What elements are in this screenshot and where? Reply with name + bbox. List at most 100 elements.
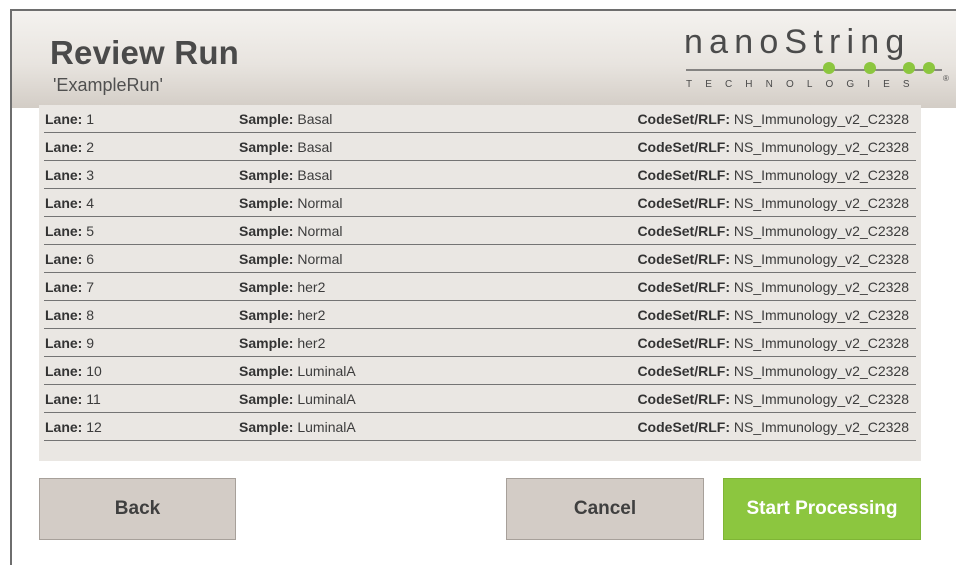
lane-value: 6: [86, 251, 95, 267]
sample-value: Basal: [297, 167, 333, 183]
sample-label: Sample:: [239, 391, 294, 407]
sample-value: Basal: [297, 139, 333, 155]
sample-value: her2: [297, 307, 326, 323]
sample-cell: Sample: LuminalA: [239, 363, 356, 379]
codeset-label: CodeSet/RLF:: [637, 363, 730, 379]
lane-label: Lane:: [45, 419, 83, 435]
logo-registered-mark: ®: [943, 74, 949, 83]
sample-label: Sample:: [239, 335, 294, 351]
sample-cell: Sample: Basal: [239, 139, 332, 155]
lane-row: Lane: 1 Sample: Basal CodeSet/RLF: NS_Immu…: [39, 105, 921, 133]
sample-value: her2: [297, 335, 326, 351]
lane-value: 3: [86, 167, 95, 183]
codeset-label: CodeSet/RLF:: [637, 139, 730, 155]
lane-value: 2: [86, 139, 95, 155]
codeset-value: NS_Immunology_v2_C2328: [733, 111, 909, 127]
lane-value: 7: [86, 279, 95, 295]
codeset-label: CodeSet/RLF:: [637, 167, 730, 183]
logo-wordmark: nanoString: [684, 23, 911, 61]
codeset-label: CodeSet/RLF:: [637, 279, 730, 295]
lane-label: Lane:: [45, 111, 83, 127]
sample-label: Sample:: [239, 363, 294, 379]
logo-dots-graphic: [686, 62, 942, 74]
lane-cell: Lane: 11: [45, 391, 101, 407]
lane-cell: Lane: 5: [45, 223, 94, 239]
lane-row: Lane: 4 Sample: Normal CodeSet/RLF: NS_Imm…: [39, 189, 921, 217]
codeset-label: CodeSet/RLF:: [637, 307, 730, 323]
lane-row: Lane: 5 Sample: Normal CodeSet/RLF: NS_Imm…: [39, 217, 921, 245]
lane-label: Lane:: [45, 167, 83, 183]
lane-value: 11: [86, 391, 101, 407]
sample-cell: Sample: LuminalA: [239, 391, 356, 407]
codeset-value: NS_Immunology_v2_C2328: [733, 223, 909, 239]
codeset-cell: CodeSet/RLF: NS_Immunology_v2_C2328: [637, 391, 909, 407]
lane-label: Lane:: [45, 251, 83, 267]
sample-label: Sample:: [239, 307, 294, 323]
codeset-cell: CodeSet/RLF: NS_Immunology_v2_C2328: [637, 335, 909, 351]
lane-label: Lane:: [45, 139, 83, 155]
lane-label: Lane:: [45, 335, 83, 351]
lane-row: Lane: 2 Sample: Basal CodeSet/RLF: NS_Immu…: [39, 133, 921, 161]
sample-value: her2: [297, 279, 326, 295]
codeset-value: NS_Immunology_v2_C2328: [733, 335, 909, 351]
sample-cell: Sample: Normal: [239, 251, 342, 267]
back-button[interactable]: Back: [39, 478, 236, 540]
lane-cell: Lane: 9: [45, 335, 94, 351]
sample-label: Sample:: [239, 139, 294, 155]
sample-cell: Sample: Normal: [239, 195, 342, 211]
codeset-value: NS_Immunology_v2_C2328: [733, 167, 909, 183]
sample-value: Normal: [297, 195, 343, 211]
codeset-value: NS_Immunology_v2_C2328: [733, 251, 909, 267]
lane-value: 8: [86, 307, 95, 323]
lane-row: Lane: 12 Sample: LuminalA CodeSet/RLF: NS_…: [39, 413, 921, 441]
codeset-cell: CodeSet/RLF: NS_Immunology_v2_C2328: [637, 251, 909, 267]
sample-value: Basal: [297, 111, 333, 127]
lane-row: Lane: 7 Sample: her2 CodeSet/RLF: NS_Immun…: [39, 273, 921, 301]
codeset-label: CodeSet/RLF:: [637, 195, 730, 211]
run-name: 'ExampleRun': [53, 75, 163, 95]
lane-cell: Lane: 10: [45, 363, 102, 379]
sample-cell: Sample: her2: [239, 335, 325, 351]
lane-cell: Lane: 12: [45, 419, 102, 435]
lane-label: Lane:: [45, 223, 83, 239]
sample-label: Sample:: [239, 111, 294, 127]
codeset-cell: CodeSet/RLF: NS_Immunology_v2_C2328: [637, 363, 909, 379]
lane-label: Lane:: [45, 307, 83, 323]
lane-value: 12: [86, 419, 102, 435]
start-processing-button[interactable]: Start Processing: [723, 478, 921, 540]
codeset-label: CodeSet/RLF:: [637, 335, 730, 351]
codeset-cell: CodeSet/RLF: NS_Immunology_v2_C2328: [637, 195, 909, 211]
sample-cell: Sample: her2: [239, 279, 325, 295]
lane-cell: Lane: 2: [45, 139, 94, 155]
nanostring-logo: nanoString TECHNOLOGIES ®: [684, 23, 954, 103]
lane-label: Lane:: [45, 391, 83, 407]
codeset-cell: CodeSet/RLF: NS_Immunology_v2_C2328: [637, 279, 909, 295]
codeset-label: CodeSet/RLF:: [637, 111, 730, 127]
sample-cell: Sample: LuminalA: [239, 419, 356, 435]
sample-label: Sample:: [239, 419, 294, 435]
sample-label: Sample:: [239, 223, 294, 239]
codeset-value: NS_Immunology_v2_C2328: [733, 307, 909, 323]
lane-list: Lane: 1 Sample: Basal CodeSet/RLF: NS_Immu…: [39, 105, 921, 461]
lane-value: 10: [86, 363, 102, 379]
codeset-value: NS_Immunology_v2_C2328: [733, 419, 909, 435]
lane-row: Lane: 8 Sample: her2 CodeSet/RLF: NS_Immun…: [39, 301, 921, 329]
codeset-label: CodeSet/RLF:: [637, 419, 730, 435]
sample-cell: Sample: Basal: [239, 167, 332, 183]
lane-row: Lane: 11 Sample: LuminalA CodeSet/RLF: NS_…: [39, 385, 921, 413]
sample-label: Sample:: [239, 167, 294, 183]
page-title: Review Run: [50, 34, 240, 71]
lane-value: 1: [86, 111, 95, 127]
header: Review Run 'ExampleRun' nanoString TECHN…: [12, 11, 956, 108]
lane-row: Lane: 6 Sample: Normal CodeSet/RLF: NS_Imm…: [39, 245, 921, 273]
lane-row: Lane: 3 Sample: Basal CodeSet/RLF: NS_Immu…: [39, 161, 921, 189]
codeset-cell: CodeSet/RLF: NS_Immunology_v2_C2328: [637, 139, 909, 155]
cancel-button[interactable]: Cancel: [506, 478, 704, 540]
codeset-cell: CodeSet/RLF: NS_Immunology_v2_C2328: [637, 223, 909, 239]
codeset-cell: CodeSet/RLF: NS_Immunology_v2_C2328: [637, 307, 909, 323]
lane-cell: Lane: 3: [45, 167, 94, 183]
codeset-label: CodeSet/RLF:: [637, 251, 730, 267]
sample-label: Sample:: [239, 251, 294, 267]
lane-cell: Lane: 6: [45, 251, 94, 267]
lane-value: 9: [86, 335, 95, 351]
